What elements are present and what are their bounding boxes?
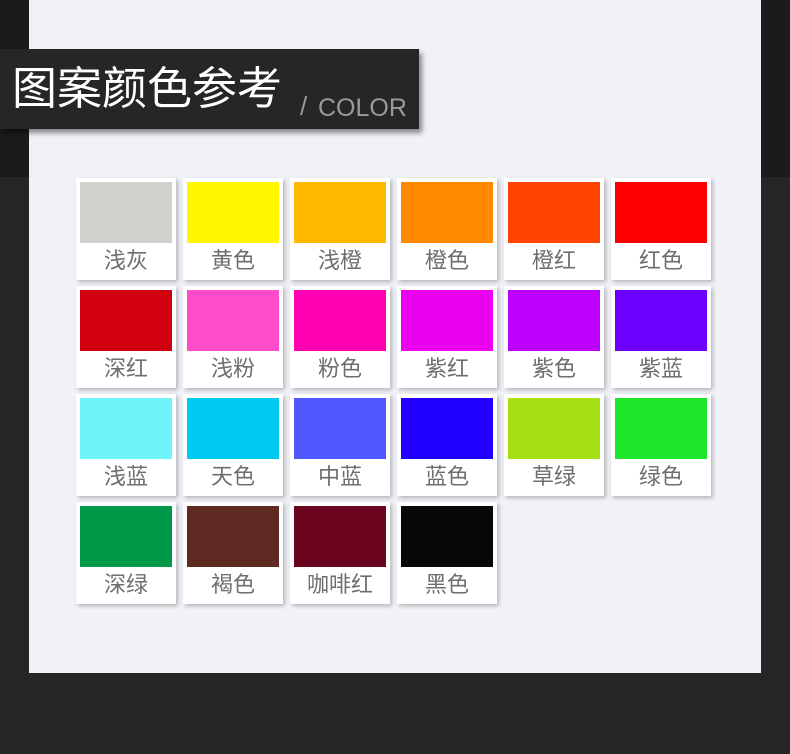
color-card: 紫红 [397,286,497,388]
color-label: 褐色 [210,573,255,598]
color-label: 浅灰 [103,249,148,274]
color-swatch [294,182,386,243]
color-swatch [187,182,279,243]
color-swatch [615,182,707,243]
color-label: 粉色 [317,357,362,382]
color-swatch [187,290,279,351]
color-label: 浅橙 [317,249,362,274]
color-swatch-grid: 浅灰 黄色 浅橙 橙色 橙红 红色深红 浅粉 粉色 紫红 紫色 紫蓝浅蓝 天色 中蓝 蓝色 草绿 绿色深绿 褐色… [76,178,716,608]
color-card: 咖啡红 [290,502,390,604]
color-label: 深绿 [103,573,148,598]
color-label: 草绿 [531,465,576,490]
color-card: 黑色 [397,502,497,604]
color-swatch [401,506,493,567]
color-swatch [508,290,600,351]
color-swatch [80,506,172,567]
color-card: 橙色 [397,178,497,280]
color-card: 橙红 [504,178,604,280]
color-label: 红色 [638,249,683,274]
color-swatch [187,398,279,459]
color-swatch [80,398,172,459]
color-card: 中蓝 [290,394,390,496]
color-label: 紫红 [424,357,469,382]
color-swatch [615,398,707,459]
color-swatch [80,290,172,351]
color-card: 蓝色 [397,394,497,496]
color-swatch [508,182,600,243]
color-card: 浅蓝 [76,394,176,496]
title-separator: / [300,91,308,121]
color-label: 蓝色 [424,465,469,490]
color-card: 浅橙 [290,178,390,280]
color-label: 浅粉 [210,357,255,382]
color-label: 天色 [210,465,255,490]
color-swatch [401,290,493,351]
color-card: 褐色 [183,502,283,604]
color-card: 紫色 [504,286,604,388]
color-card: 深红 [76,286,176,388]
color-label: 紫蓝 [638,357,683,382]
color-label: 中蓝 [317,465,362,490]
color-swatch [294,398,386,459]
color-label: 黑色 [424,573,469,598]
color-card: 浅灰 [76,178,176,280]
color-card: 绿色 [611,394,711,496]
color-swatch [187,506,279,567]
color-label: 黄色 [210,249,255,274]
color-swatch [401,182,493,243]
color-label: 橙色 [424,249,469,274]
color-label: 浅蓝 [103,465,148,490]
color-card: 深绿 [76,502,176,604]
color-label: 深红 [103,357,148,382]
title-banner: 图案颜色参考 / COLOR [0,49,419,129]
color-swatch [80,182,172,243]
color-swatch [294,290,386,351]
color-card: 粉色 [290,286,390,388]
color-card: 红色 [611,178,711,280]
color-label: 咖啡红 [306,573,373,598]
color-card: 紫蓝 [611,286,711,388]
color-label: 橙红 [531,249,576,274]
color-swatch [294,506,386,567]
color-card: 黄色 [183,178,283,280]
color-swatch [401,398,493,459]
color-swatch [508,398,600,459]
color-label: 紫色 [531,357,576,382]
color-card: 浅粉 [183,286,283,388]
color-swatch [615,290,707,351]
page-title: 图案颜色参考 [12,62,283,115]
color-card: 天色 [183,394,283,496]
color-label: 绿色 [638,465,683,490]
page-subtitle: COLOR [318,94,407,122]
color-card: 草绿 [504,394,604,496]
